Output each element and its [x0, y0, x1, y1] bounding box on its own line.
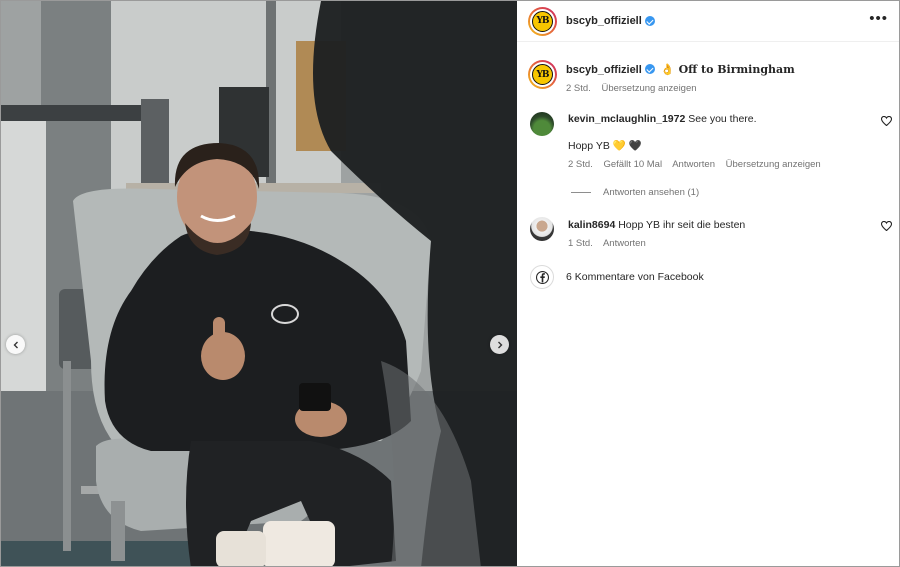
replies-divider: [571, 192, 591, 193]
caption-emoji: 👌: [660, 64, 675, 76]
comment-likes[interactable]: Gefällt 10 Mal: [603, 159, 662, 170]
verified-badge-icon: [644, 16, 655, 26]
account-username[interactable]: bscyb_offiziell: [566, 15, 642, 27]
post-caption: YB bscyb_offiziell 👌 Off to Birmingham 2 …: [528, 60, 795, 96]
chevron-left-icon: [13, 341, 18, 348]
comment-meta: 2 Std. Gefällt 10 Mal Antworten Übersetz…: [568, 158, 892, 172]
previous-photo-button[interactable]: [6, 335, 25, 354]
caption-meta: 2 Std. Übersetzung anzeigen: [566, 82, 795, 96]
reply-button[interactable]: Antworten: [603, 238, 646, 249]
commenter-avatar[interactable]: [530, 112, 554, 136]
comment-time: 2 Std.: [568, 159, 593, 170]
club-logo: YB: [532, 64, 553, 85]
chevron-right-icon: [497, 341, 502, 348]
caption-avatar[interactable]: YB: [528, 60, 557, 89]
post-side-panel: YB bscyb_offiziell ••• YB bscyb_offiziel…: [517, 1, 899, 566]
more-options-icon[interactable]: •••: [869, 11, 888, 26]
club-logo: YB: [532, 10, 553, 32]
photo-illustration: [1, 1, 517, 566]
view-replies-label: Antworten ansehen (1): [603, 187, 700, 198]
comment-translate-link[interactable]: Übersetzung anzeigen: [726, 159, 821, 170]
post-header: YB bscyb_offiziell •••: [517, 1, 899, 42]
comment-text-line2: Hopp YB 💛 🖤: [568, 140, 642, 152]
comment-item: kevin_mclaughlin_1972 See you there. Hop…: [530, 112, 892, 172]
caption-username[interactable]: bscyb_offiziell: [566, 64, 642, 76]
account-avatar[interactable]: YB: [528, 6, 557, 36]
heart-icon[interactable]: [881, 221, 892, 231]
view-replies-button[interactable]: Antworten ansehen (1): [571, 187, 699, 198]
reply-button[interactable]: Antworten: [672, 159, 715, 170]
comment-item: kalin8694 Hopp YB ihr seit die besten 1 …: [530, 217, 892, 251]
heart-icon[interactable]: [881, 116, 892, 126]
caption-text: Off to Birmingham: [678, 63, 795, 76]
caption-translate-link[interactable]: Übersetzung anzeigen: [601, 83, 696, 94]
comment-time: 1 Std.: [568, 238, 593, 249]
instagram-post-modal: YB bscyb_offiziell ••• YB bscyb_offiziel…: [0, 0, 900, 567]
next-photo-button[interactable]: [490, 335, 509, 354]
verified-badge-icon: [644, 64, 655, 74]
facebook-icon: [530, 265, 554, 289]
facebook-comments-label: 6 Kommentare von Facebook: [566, 271, 704, 283]
commenter-avatar[interactable]: [530, 217, 554, 241]
comment-meta: 1 Std. Antworten: [568, 237, 892, 251]
facebook-comments[interactable]: 6 Kommentare von Facebook: [530, 265, 704, 289]
comment-username[interactable]: kevin_mclaughlin_1972: [568, 113, 685, 125]
caption-time: 2 Std.: [566, 83, 591, 94]
comment-text: See you there.: [688, 113, 757, 125]
comment-username[interactable]: kalin8694: [568, 219, 615, 231]
comment-text: Hopp YB ihr seit die besten: [618, 219, 746, 231]
post-photo: [1, 1, 517, 566]
